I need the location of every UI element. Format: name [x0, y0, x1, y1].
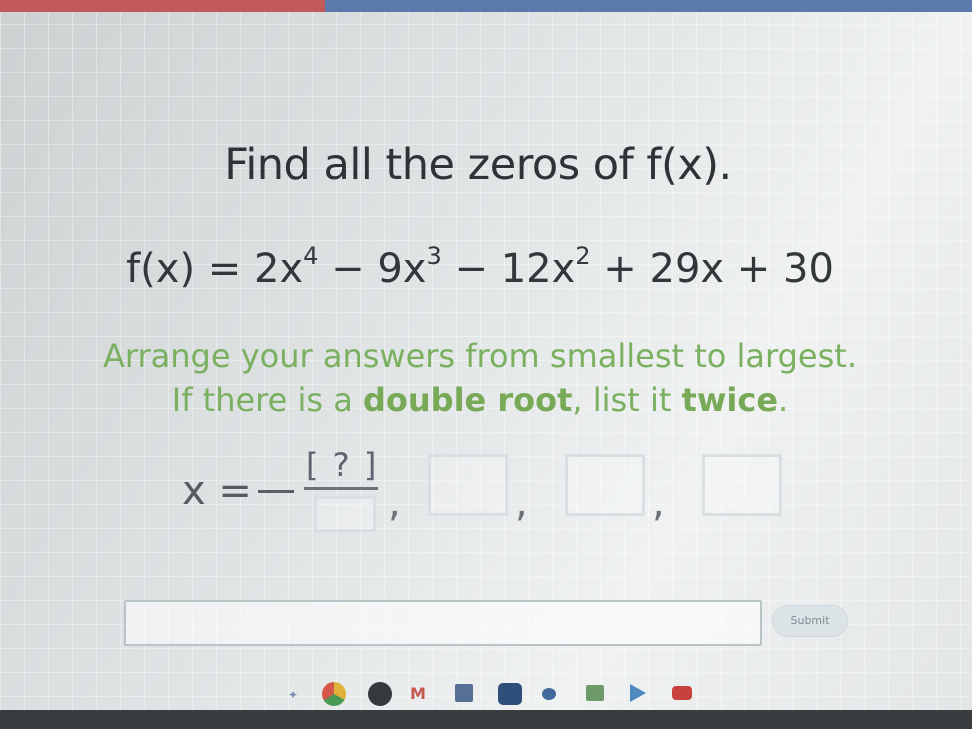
twice-emphasis: twice [681, 381, 779, 419]
instruction-text: , list it [572, 381, 682, 419]
top-bar [0, 0, 972, 12]
exponent-3: 2 [575, 242, 591, 270]
launcher-icon[interactable]: ✦ [288, 688, 298, 702]
answer-box-2[interactable] [428, 454, 508, 516]
classroom-icon[interactable] [586, 685, 604, 701]
answer-row: x = [ ? ] , , , [0, 440, 972, 550]
submit-button[interactable]: Submit [772, 605, 848, 637]
instruction-line-1: Arrange your answers from smallest to la… [103, 337, 857, 375]
meet-icon[interactable] [542, 688, 556, 700]
os-shelf [0, 710, 972, 729]
equation-term-3: − 12x [441, 246, 576, 292]
equation: f(x) = 2x4 − 9x3 − 12x2 + 29x + 30 [0, 242, 960, 292]
equation-term-2: − 9x [318, 246, 427, 292]
equation-term-1: f(x) = 2x [126, 246, 304, 292]
instruction-line-2: If there is a double root, list it twice… [0, 378, 960, 422]
answer-input-field[interactable] [124, 600, 762, 646]
progress-bar [0, 0, 325, 12]
equation-term-4: + 29x + 30 [590, 246, 834, 292]
youtube-icon[interactable] [672, 686, 692, 700]
answer-box-4[interactable] [702, 454, 782, 516]
gmail-icon[interactable]: M [410, 684, 430, 703]
comma-2: , [515, 480, 528, 526]
comma-3: , [652, 480, 665, 526]
comma-1: , [388, 480, 401, 526]
chrome-icon[interactable] [322, 682, 346, 706]
play-store-icon[interactable] [630, 684, 646, 702]
question-title: Find all the zeros of f(x). [224, 140, 732, 190]
files-icon[interactable] [498, 683, 522, 705]
exponent-1: 4 [303, 242, 319, 270]
double-root-emphasis: double root [362, 381, 573, 419]
instruction-text: If there is a [171, 381, 363, 419]
denominator-box[interactable] [314, 496, 376, 532]
x-equals-label: x = [182, 468, 252, 514]
instruction-text: . [778, 381, 789, 419]
fraction-bar [304, 487, 378, 490]
apps-icon[interactable] [368, 682, 392, 706]
exponent-2: 3 [426, 242, 442, 270]
instructions: Arrange your answers from smallest to la… [0, 334, 960, 422]
minus-sign [258, 490, 294, 493]
answer-box-3[interactable] [565, 454, 645, 516]
calendar-icon[interactable] [455, 684, 473, 702]
numerator-placeholder[interactable]: [ ? ] [306, 446, 378, 484]
